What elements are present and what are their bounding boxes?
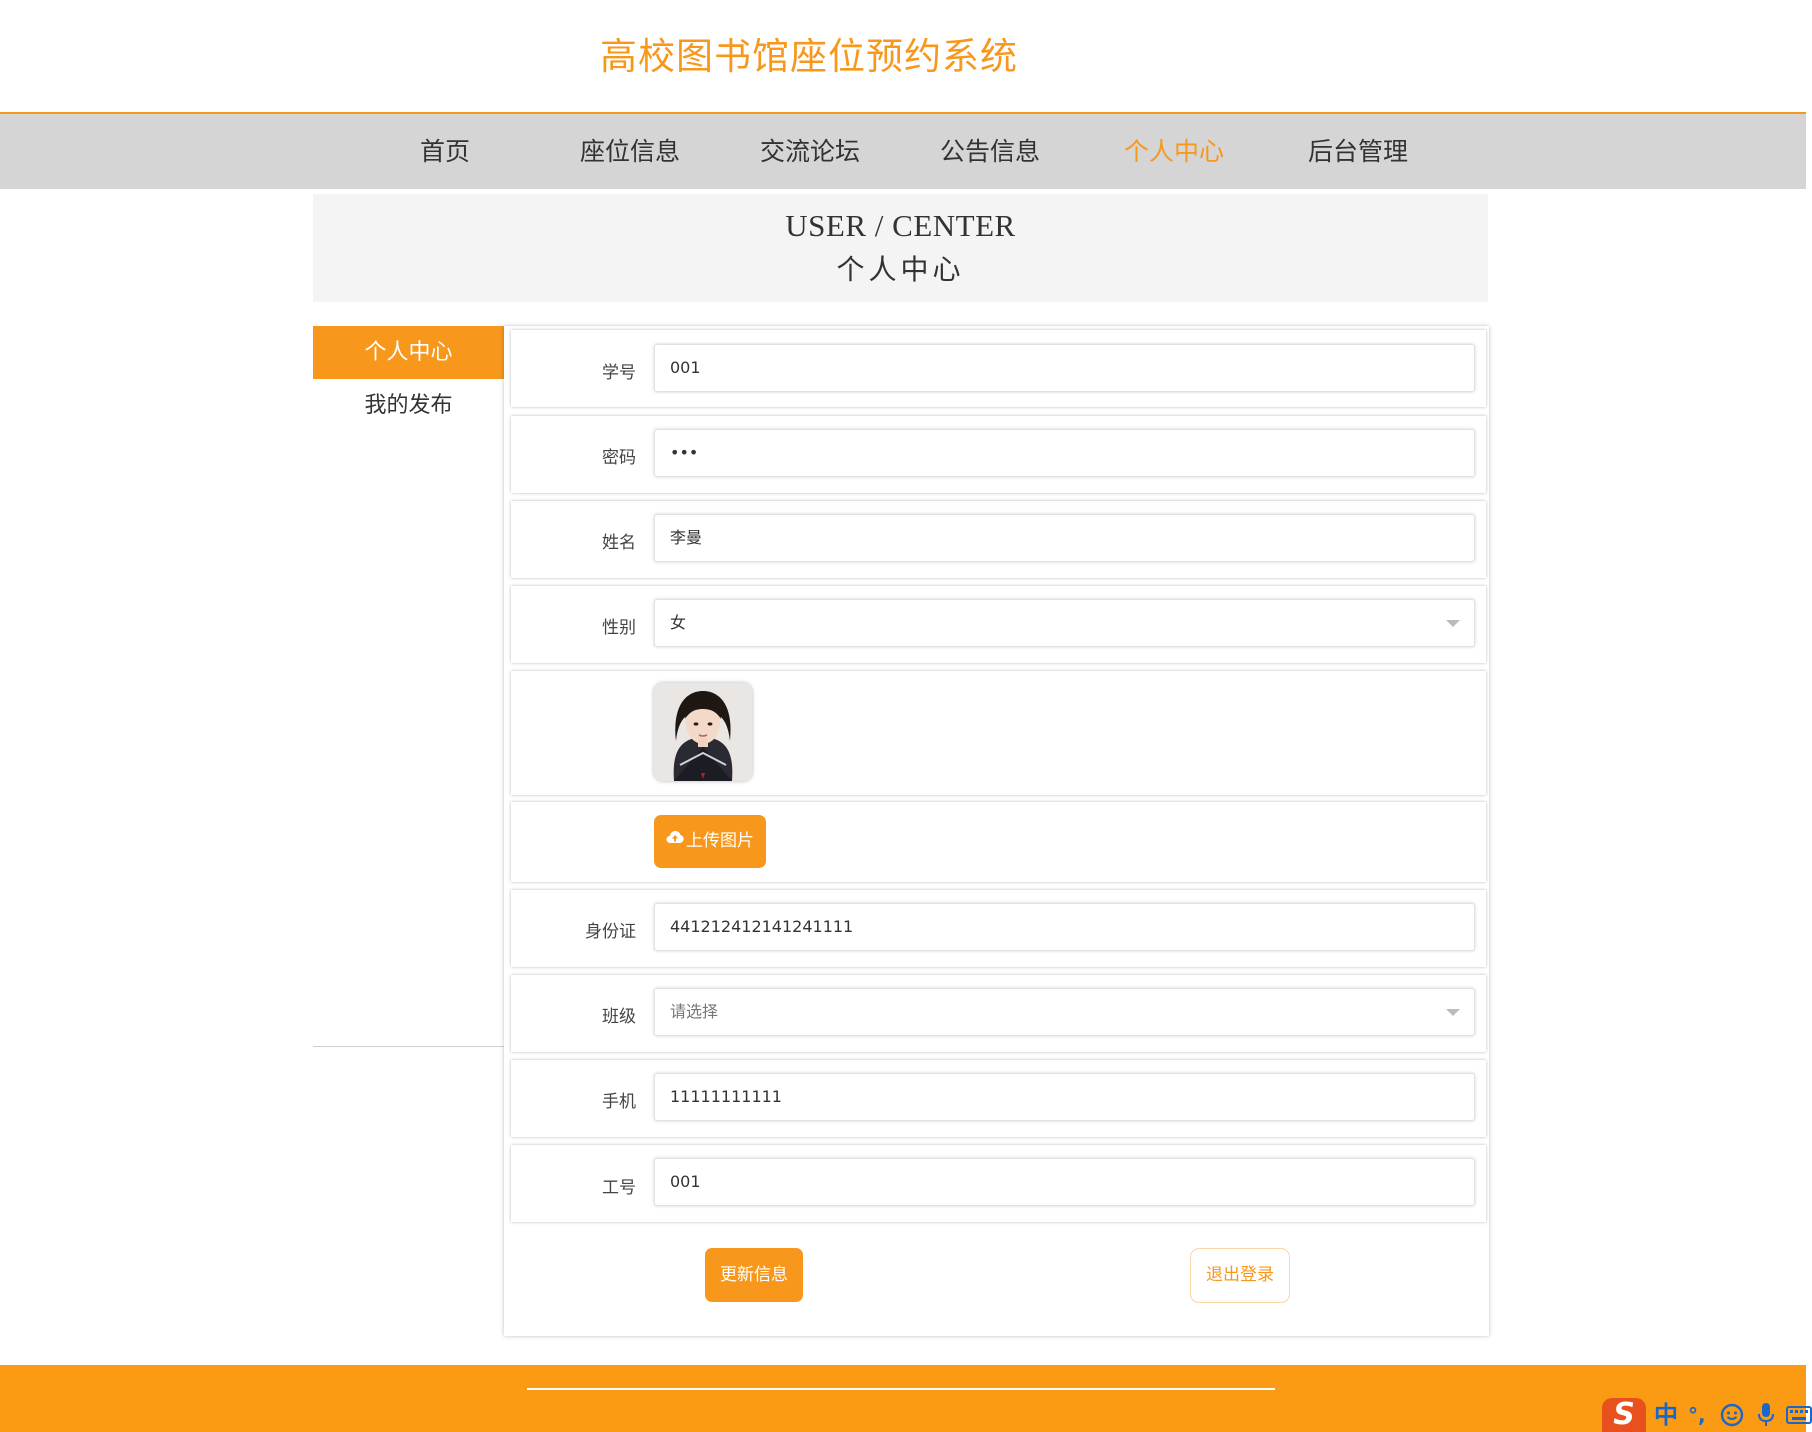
class-select[interactable]: 请选择 <box>654 988 1475 1036</box>
nav-item-admin[interactable]: 后台管理 <box>1308 114 1408 189</box>
form-row-id-card: 身份证 441212412141241111 <box>511 890 1486 967</box>
banner-title-cn: 个人中心 <box>836 253 965 286</box>
form-row-password: 密码 ••• <box>511 416 1486 493</box>
form-row-class: 班级 请选择 <box>511 975 1486 1052</box>
sidebar: 个人中心 我的发布 <box>313 326 504 1047</box>
class-select-placeholder: 请选择 <box>670 1002 719 1021</box>
update-info-button[interactable]: 更新信息 <box>705 1248 803 1302</box>
chevron-down-icon <box>1446 620 1460 627</box>
sogou-s-icon[interactable]: S <box>1602 1398 1646 1432</box>
ime-toolbar: S 中 °, <box>1602 1398 1812 1432</box>
main-nav: 首页 座位信息 交流论坛 公告信息 个人中心 后台管理 <box>0 114 1806 189</box>
nav-item-home[interactable]: 首页 <box>420 114 470 189</box>
site-title: 高校图书馆座位预约系统 <box>600 35 1018 78</box>
gender-select[interactable]: 女 <box>654 599 1475 647</box>
student-no-input[interactable]: 001 <box>654 344 1475 392</box>
sidebar-item-user-center[interactable]: 个人中心 <box>313 326 504 379</box>
upload-image-button[interactable]: 上传图片 <box>654 815 766 868</box>
app-root: 高校图书馆座位预约系统 首页 座位信息 交流论坛 公告信息 个人中心 后台管理 … <box>0 0 1812 1432</box>
phone-input[interactable]: 11111111111 <box>654 1073 1475 1121</box>
id-card-input[interactable]: 441212412141241111 <box>654 903 1475 951</box>
name-label: 姓名 <box>602 533 636 553</box>
nav-item-seat-info[interactable]: 座位信息 <box>580 114 680 189</box>
password-label: 密码 <box>602 448 636 468</box>
ime-mode[interactable]: 中 <box>1654 1400 1678 1430</box>
nav-item-user-center[interactable]: 个人中心 <box>1124 114 1224 189</box>
gender-select-value: 女 <box>670 613 687 632</box>
name-input[interactable]: 李曼 <box>654 514 1475 562</box>
nav-item-forum[interactable]: 交流论坛 <box>760 114 860 189</box>
page-banner: USER / CENTER 个人中心 <box>313 194 1488 302</box>
class-label: 班级 <box>602 1007 636 1027</box>
logout-button[interactable]: 退出登录 <box>1190 1248 1290 1303</box>
work-no-input[interactable]: 001 <box>654 1158 1475 1206</box>
upload-image-label: 上传图片 <box>686 831 754 851</box>
cloud-upload-icon <box>666 813 684 866</box>
form-row-student-no: 学号 001 <box>511 330 1486 407</box>
phone-label: 手机 <box>602 1092 636 1112</box>
banner-title-en: USER / CENTER <box>785 208 1016 243</box>
chevron-down-icon <box>1446 1009 1460 1016</box>
form-row-gender: 性别 女 <box>511 586 1486 663</box>
work-no-label: 工号 <box>602 1178 636 1198</box>
id-card-label: 身份证 <box>585 922 636 942</box>
microphone-icon[interactable] <box>1756 1402 1776 1432</box>
gender-label: 性别 <box>602 618 636 638</box>
form-row-name: 姓名 李曼 <box>511 501 1486 578</box>
form-row-upload: 上传图片 <box>511 802 1486 882</box>
nav-item-announcements[interactable]: 公告信息 <box>940 114 1040 189</box>
form-row-phone: 手机 11111111111 <box>511 1060 1486 1137</box>
profile-form-panel: 学号 001 密码 ••• 姓名 李曼 性别 女 上传图片 身份证 441212… <box>504 326 1489 1336</box>
sidebar-item-my-posts[interactable]: 我的发布 <box>313 379 504 432</box>
footer <box>0 1365 1806 1432</box>
user-photo <box>654 683 752 781</box>
keyboard-icon[interactable] <box>1786 1406 1812 1428</box>
student-no-label: 学号 <box>602 363 636 383</box>
footer-divider <box>527 1388 1275 1390</box>
password-input[interactable]: ••• <box>654 429 1475 477</box>
form-row-photo <box>511 671 1486 795</box>
form-row-work-no: 工号 001 <box>511 1145 1486 1222</box>
ime-punct[interactable]: °, <box>1688 1400 1706 1430</box>
smiley-icon[interactable] <box>1720 1403 1744 1431</box>
